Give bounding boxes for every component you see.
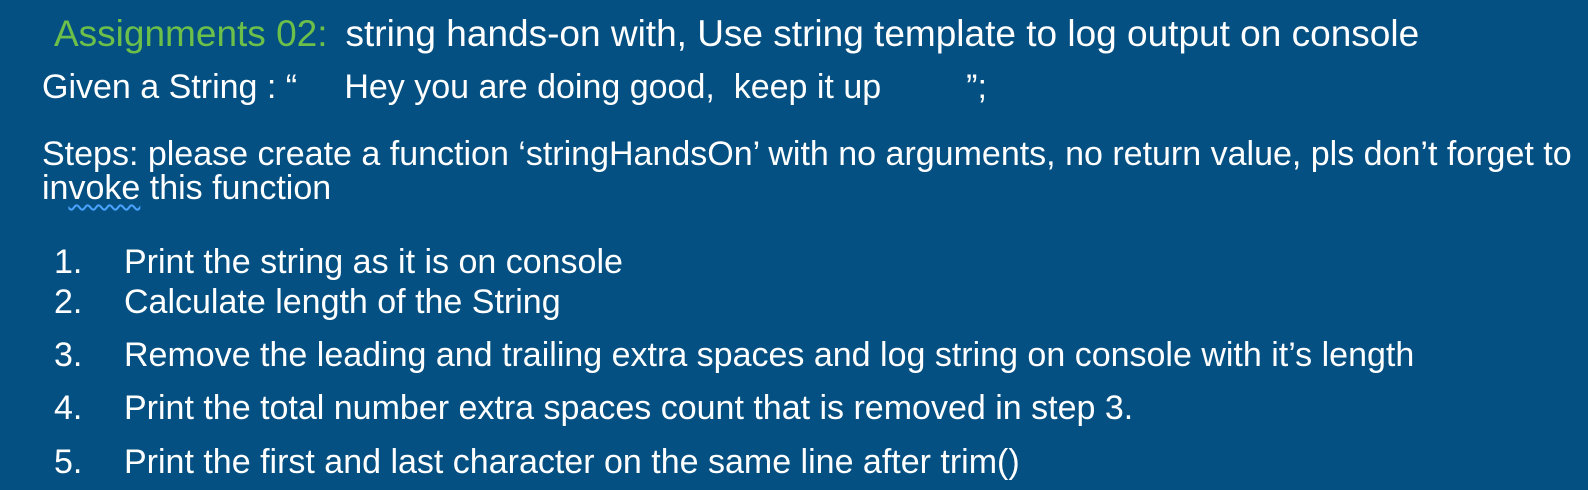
steps-line-2-end: this function xyxy=(140,169,332,207)
list-item-number: 4. xyxy=(54,389,83,427)
slide: Assignments 02: string hands-on with, Use… xyxy=(0,0,1588,490)
steps-line-1: Steps: please create a function ‘stringH… xyxy=(42,135,1572,173)
list-item-text: Print the string as it is on console xyxy=(124,243,623,281)
list-item-number: 3. xyxy=(54,336,83,374)
title-prefix: Assignments 02: xyxy=(54,13,328,54)
list-item-text: Print the first and last character on th… xyxy=(124,443,1020,481)
list-item: 3. Remove the leading and trailing extra … xyxy=(54,333,1414,377)
list-item-text: Print the total number extra spaces coun… xyxy=(124,389,1134,427)
spellcheck-underlined-word: voke xyxy=(68,169,141,207)
list-item: 1. Print the string as it is on console xyxy=(54,240,623,284)
list-item: 2. Calculate length of the String xyxy=(54,280,561,324)
steps-line-2-start: in xyxy=(42,169,69,207)
list-item: 4. Print the total number extra spaces co… xyxy=(54,386,1133,430)
list-item: 5. Print the first and last character on … xyxy=(54,440,1020,484)
steps-line-2: invoke this function xyxy=(42,171,1572,205)
list-item-number: 5. xyxy=(54,443,83,481)
title-text: string hands-on with, Use string templat… xyxy=(345,13,1420,54)
list-item-text: Remove the leading and trailing extra sp… xyxy=(124,336,1415,374)
steps-paragraph: Steps: please create a function ‘stringH… xyxy=(42,137,1572,205)
list-item-text: Calculate length of the String xyxy=(124,283,561,321)
given-string: Given a String : “ Hey you are doing goo… xyxy=(42,68,987,106)
assignment-title: Assignments 02: string hands-on with, Use… xyxy=(54,10,1419,58)
list-item-number: 2. xyxy=(54,283,83,321)
list-item-number: 1. xyxy=(54,243,83,281)
